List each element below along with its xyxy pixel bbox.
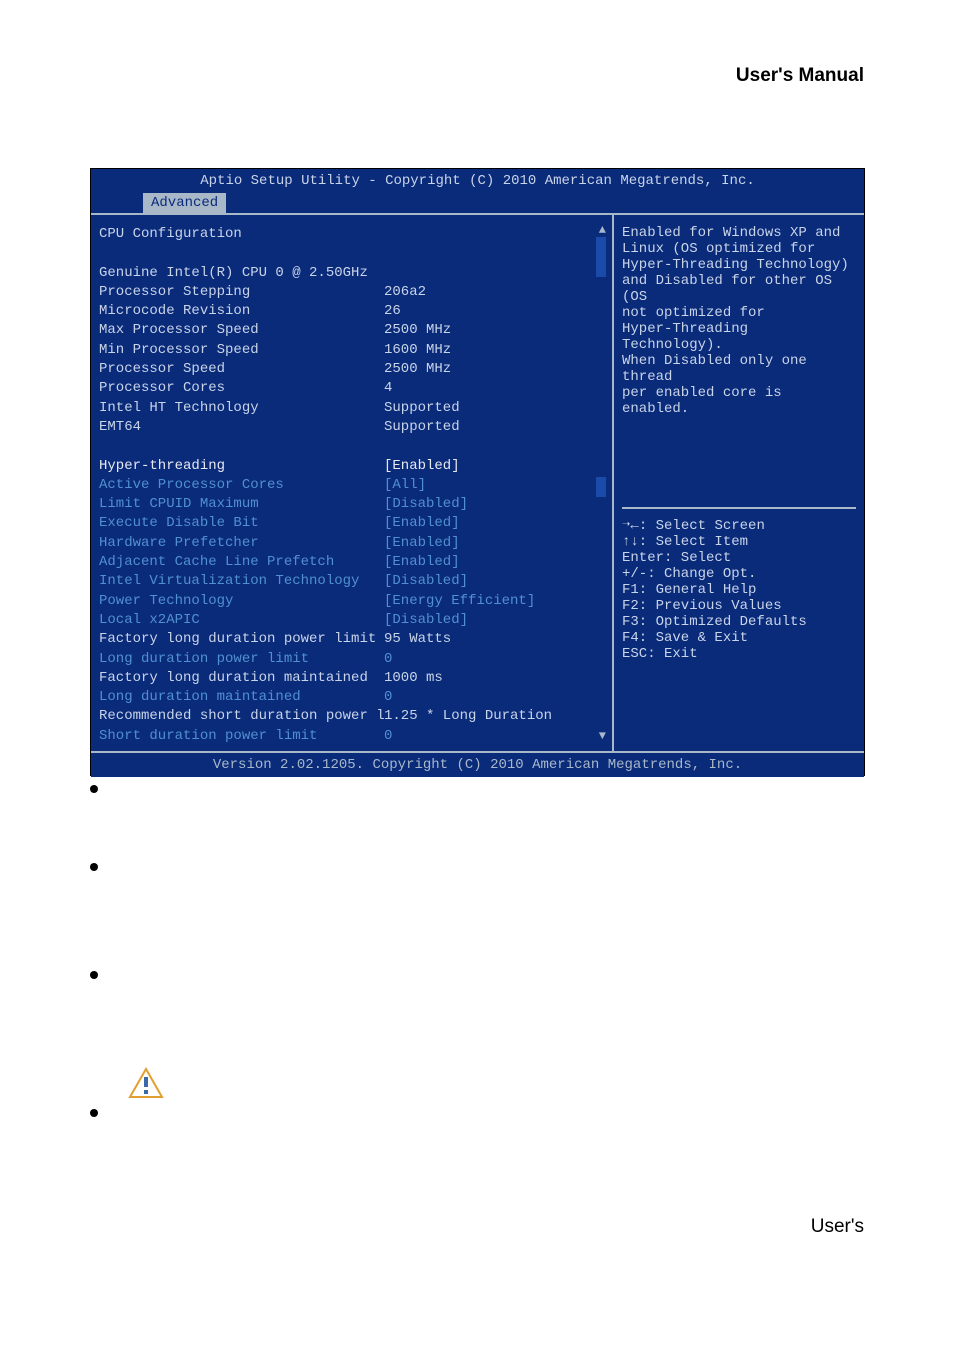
bios-window: Aptio Setup Utility - Copyright (C) 2010… — [90, 168, 865, 776]
setting-row[interactable]: Short duration power limit0 — [99, 727, 612, 746]
info-row: Recommended short duration power l1.25 *… — [99, 707, 612, 726]
scroll-down-icon[interactable]: ▼ — [599, 729, 606, 743]
scroll-up-icon[interactable]: ▲ — [599, 223, 606, 237]
section-heading: CPU Configuration — [99, 225, 612, 244]
setting-row[interactable]: Hardware Prefetcher[Enabled] — [99, 534, 612, 553]
bios-tab-row: Advanced — [91, 193, 864, 213]
warning-icon — [128, 1067, 164, 1104]
info-row: Min Processor Speed1600 MHz — [99, 341, 612, 360]
setting-row-selected[interactable]: Hyper-threading[Enabled] — [99, 457, 612, 476]
info-row: Factory long duration power limit95 Watt… — [99, 630, 612, 649]
bullet-icon — [90, 971, 98, 979]
info-row: Processor Stepping206a2 — [99, 283, 612, 302]
bullet-list — [90, 785, 98, 1187]
key-legend: ➝←: Select Screen ↑↓: Select Item Enter:… — [622, 507, 856, 662]
info-row: Factory long duration maintained1000 ms — [99, 669, 612, 688]
setting-row[interactable]: Long duration power limit0 — [99, 650, 612, 669]
setting-row[interactable]: Long duration maintained0 — [99, 688, 612, 707]
tab-advanced[interactable]: Advanced — [143, 193, 226, 213]
info-row: Max Processor Speed2500 MHz — [99, 321, 612, 340]
setting-row[interactable]: Intel Virtualization Technology[Disabled… — [99, 572, 612, 591]
info-row: Microcode Revision26 — [99, 302, 612, 321]
scroll-thumb[interactable] — [596, 237, 606, 277]
help-text: Enabled for Windows XP and Linux (OS opt… — [622, 225, 856, 417]
setting-row[interactable]: Power Technology[Energy Efficient] — [99, 592, 612, 611]
bios-title-bar: Aptio Setup Utility - Copyright (C) 2010… — [91, 169, 864, 193]
page-footer: User's — [811, 1216, 864, 1238]
setting-row[interactable]: Active Processor Cores[All] — [99, 476, 612, 495]
setting-row[interactable]: Limit CPUID Maximum[Disabled] — [99, 495, 612, 514]
bios-right-panel: Enabled for Windows XP and Linux (OS opt… — [612, 215, 864, 751]
info-row: EMT64Supported — [99, 418, 612, 437]
bios-footer: Version 2.02.1205. Copyright (C) 2010 Am… — [91, 753, 864, 777]
info-row: Genuine Intel(R) CPU 0 @ 2.50GHz — [99, 264, 612, 283]
info-row: Processor Speed2500 MHz — [99, 360, 612, 379]
bullet-icon — [90, 863, 98, 871]
bullet-icon — [90, 1109, 98, 1117]
scrollbar[interactable] — [596, 237, 606, 729]
setting-row[interactable]: Adjacent Cache Line Prefetch[Enabled] — [99, 553, 612, 572]
info-row: Processor Cores4 — [99, 379, 612, 398]
info-row: Intel HT TechnologySupported — [99, 399, 612, 418]
bullet-icon — [90, 785, 98, 793]
scroll-thumb[interactable] — [596, 477, 606, 497]
page-title: User's Manual — [736, 65, 864, 87]
setting-row[interactable]: Execute Disable Bit[Enabled] — [99, 514, 612, 533]
bios-body: ▲ ▼ CPU Configuration Genuine Intel(R) C… — [91, 213, 864, 753]
bios-left-panel: ▲ ▼ CPU Configuration Genuine Intel(R) C… — [91, 215, 612, 751]
setting-row[interactable]: Local x2APIC[Disabled] — [99, 611, 612, 630]
